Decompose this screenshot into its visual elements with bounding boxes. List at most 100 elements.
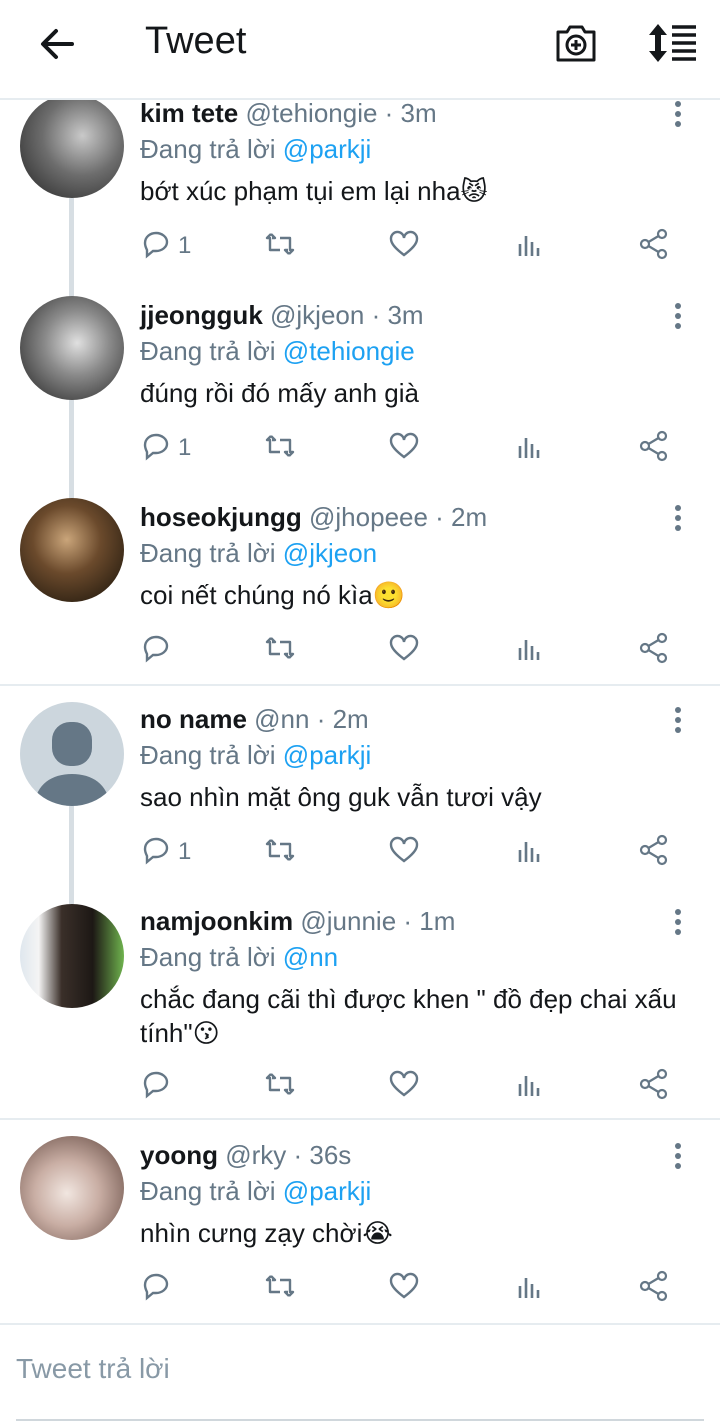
share-icon [639,1068,668,1100]
author-handle: @nn · 2m [254,704,369,734]
heart-icon [389,634,419,661]
share-button[interactable] [638,834,670,874]
author-handle: @jkjeon · 3m [270,300,424,330]
replying-label: Đang trả lời [140,538,276,568]
avatar[interactable] [20,296,124,400]
reply-input[interactable]: Tweet trả lời [16,1353,170,1385]
replying-to: Đang trả lời @parkji [140,740,371,771]
analytics-icon [518,1278,540,1298]
tweet-text: coi nết chúng nó kìa🙂 [140,580,406,610]
author-name[interactable]: jjeongguk [140,300,263,330]
replying-label: Đang trả lời [140,1176,276,1206]
retweet-button[interactable] [264,1068,296,1108]
like-button[interactable] [388,430,420,470]
author-name[interactable]: yoong [140,1140,218,1170]
analytics-button[interactable] [514,834,546,874]
reply-icon [143,433,169,461]
avatar[interactable] [20,904,124,1008]
analytics-icon [518,842,540,862]
more-icon[interactable] [668,907,688,937]
tweet-actions [140,1068,690,1108]
tweet-meta: no name @nn · 2m [140,704,369,735]
author-handle: @rky · 36s [225,1140,352,1170]
reply-mention[interactable]: @parkji [283,1176,372,1206]
tweet-text: đúng rồi đó mấy anh già [140,378,419,408]
replying-to: Đang trả lời @nn [140,942,338,973]
analytics-icon [518,438,540,458]
tweet-actions: 1 [140,430,690,470]
retweet-icon [265,637,295,659]
avatar[interactable] [20,702,124,806]
analytics-button[interactable] [514,430,546,470]
share-icon [639,430,668,462]
retweet-button[interactable] [264,632,296,672]
reply-mention[interactable]: @tehiongie [283,336,415,366]
analytics-icon [518,1076,540,1096]
like-button[interactable] [388,1068,420,1108]
reply-icon [143,231,169,259]
share-button[interactable] [638,430,670,470]
reply-button[interactable] [140,1270,172,1310]
author-name[interactable]: kim tete [140,98,238,128]
replying-label: Đang trả lời [140,942,276,972]
avatar[interactable] [20,94,124,198]
analytics-button[interactable] [514,632,546,672]
reply-mention[interactable]: @nn [283,942,338,972]
like-button[interactable] [388,1270,420,1310]
retweet-button[interactable] [264,1270,296,1310]
tweet-actions: 1 [140,834,690,874]
reply-mention[interactable]: @parkji [283,740,372,770]
heart-icon [389,230,419,257]
replying-to: Đang trả lời @parkji [140,134,371,165]
retweet-icon [265,233,295,255]
reply-icon [143,837,169,865]
arrow-left-icon[interactable] [36,22,80,66]
like-button[interactable] [388,632,420,672]
replying-to: Đang trả lời @jkjeon [140,538,377,569]
analytics-button[interactable] [514,1068,546,1108]
tweet-meta: jjeongguk @jkjeon · 3m [140,300,424,331]
share-button[interactable] [638,1068,670,1108]
share-button[interactable] [638,632,670,672]
like-button[interactable] [388,228,420,268]
more-icon[interactable] [668,301,688,331]
more-icon[interactable] [668,99,688,129]
analytics-icon [518,640,540,660]
author-name[interactable]: hoseokjungg [140,502,302,532]
reply-mention[interactable]: @parkji [283,134,372,164]
avatar[interactable] [20,1136,124,1240]
retweet-button[interactable] [264,228,296,268]
analytics-button[interactable] [514,1270,546,1310]
tweet-actions [140,1270,690,1310]
reply-button[interactable]: 1 [140,834,191,874]
more-icon[interactable] [668,1141,688,1171]
input-underline [16,1419,704,1421]
author-handle: @junnie · 1m [300,906,456,936]
camera-plus-icon[interactable] [554,22,598,64]
retweet-button[interactable] [264,430,296,470]
tweet-meta: kim tete @tehiongie · 3m [140,98,437,129]
replying-to: Đang trả lời @tehiongie [140,336,415,367]
sort-icon[interactable] [646,22,698,64]
reply-button[interactable]: 1 [140,228,191,268]
author-name[interactable]: no name [140,704,247,734]
reply-mention[interactable]: @jkjeon [283,538,377,568]
thread-divider [0,684,720,686]
retweet-icon [265,1073,295,1095]
reply-icon [143,635,169,663]
avatar[interactable] [20,498,124,602]
more-icon[interactable] [668,705,688,735]
retweet-button[interactable] [264,834,296,874]
like-button[interactable] [388,834,420,874]
reply-button[interactable] [140,632,172,672]
share-button[interactable] [638,1270,670,1310]
retweet-icon [265,1275,295,1297]
share-button[interactable] [638,228,670,268]
author-name[interactable]: namjoonkim [140,906,293,936]
more-icon[interactable] [668,503,688,533]
analytics-button[interactable] [514,228,546,268]
reply-count: 1 [178,838,192,865]
reply-button[interactable]: 1 [140,430,191,470]
reply-button[interactable] [140,1068,172,1108]
share-icon [639,228,668,260]
